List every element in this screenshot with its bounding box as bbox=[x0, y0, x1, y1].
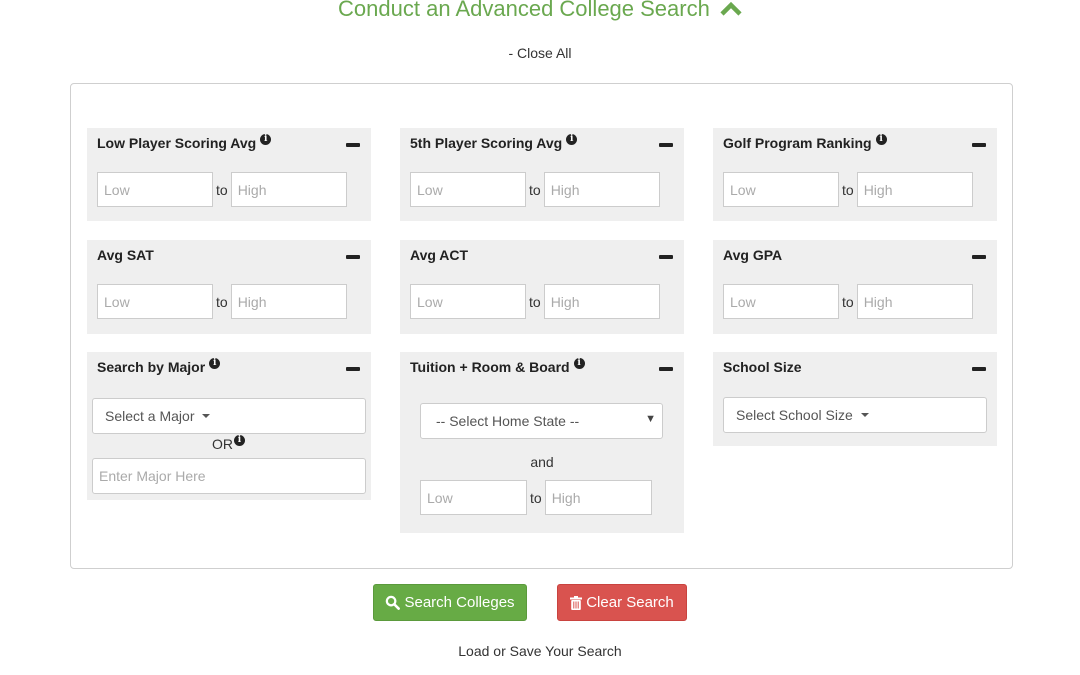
panel-title: Golf Program Ranking bbox=[723, 135, 872, 151]
caret-down-icon bbox=[860, 413, 869, 417]
close-all-link[interactable]: - Close All bbox=[0, 45, 1080, 61]
collapse-minus-icon[interactable] bbox=[659, 143, 673, 147]
range-inputs: to bbox=[97, 284, 347, 319]
school-size-dropdown[interactable]: Select School Size bbox=[723, 397, 987, 433]
panel-title: Search by Major bbox=[97, 359, 206, 375]
collapse-minus-icon[interactable] bbox=[346, 255, 360, 259]
select-major-label: Select a Major bbox=[105, 408, 195, 424]
range-inputs: to bbox=[410, 172, 660, 207]
or-text: OR bbox=[212, 436, 233, 452]
page-title-text: Conduct an Advanced College Search bbox=[338, 0, 710, 21]
panel-header: Golf Program Ranking i bbox=[723, 134, 987, 155]
caret-down-icon bbox=[202, 414, 211, 418]
to-label: to bbox=[216, 181, 228, 198]
range-inputs: to bbox=[97, 172, 347, 207]
low-input[interactable] bbox=[723, 284, 839, 319]
advanced-search-container: Low Player Scoring Avgi to 5th Player Sc… bbox=[70, 83, 1013, 569]
low-input[interactable] bbox=[97, 172, 213, 207]
search-colleges-label: Search Colleges bbox=[404, 594, 515, 611]
range-inputs: to bbox=[420, 480, 652, 515]
panel-header: Avg SAT bbox=[97, 247, 361, 267]
panel-header: 5th Player Scoring Avg i bbox=[410, 134, 674, 155]
load-save-search-link[interactable]: Load or Save Your Search bbox=[0, 643, 1080, 659]
panel-avg-sat: Avg SAT to bbox=[87, 240, 371, 334]
panel-title: Tuition + Room & Board bbox=[410, 359, 570, 375]
low-input[interactable] bbox=[410, 172, 526, 207]
school-size-label: Select School Size bbox=[736, 407, 853, 423]
panel-golf-program-ranking: Golf Program Rankingi to bbox=[713, 128, 997, 221]
panel-title: 5th Player Scoring Avg bbox=[410, 135, 563, 151]
to-label: to bbox=[842, 181, 854, 198]
info-icon[interactable]: i bbox=[566, 134, 578, 145]
panel-title: Low Player Scoring Avg bbox=[97, 135, 257, 151]
enter-major-input[interactable] bbox=[92, 458, 366, 494]
panel-school-size: School Size Select School Size bbox=[713, 352, 997, 446]
info-icon[interactable]: i bbox=[209, 358, 221, 369]
and-label: and bbox=[530, 454, 554, 470]
panel-header: Tuition + Room & Board i bbox=[410, 358, 674, 379]
info-icon[interactable]: i bbox=[573, 358, 585, 369]
chevron-up-icon[interactable] bbox=[720, 0, 742, 25]
to-label: to bbox=[842, 293, 854, 310]
panel-low-player-scoring-avg: Low Player Scoring Avgi to bbox=[87, 128, 371, 221]
panel-header: Low Player Scoring Avg i bbox=[97, 134, 361, 155]
select-major-dropdown[interactable]: Select a Major bbox=[92, 398, 366, 434]
panel-header: Avg ACT bbox=[410, 247, 674, 267]
collapse-minus-icon[interactable] bbox=[346, 367, 360, 371]
panel-title: School Size bbox=[723, 359, 802, 375]
to-label: to bbox=[529, 293, 541, 310]
high-input[interactable] bbox=[230, 284, 347, 319]
low-input[interactable] bbox=[97, 284, 213, 319]
clear-search-button[interactable]: Clear Search bbox=[557, 584, 687, 621]
to-label: to bbox=[530, 489, 542, 506]
panel-tuition-room-board: Tuition + Room & Board i -- Select Home S… bbox=[400, 352, 684, 533]
caret-down-icon: ▼ bbox=[645, 413, 656, 425]
panel-search-by-major: Search by Major i Select a Major OR i bbox=[87, 352, 371, 500]
or-label: OR i bbox=[212, 435, 245, 452]
panel-header: School Size bbox=[723, 359, 987, 379]
to-label: to bbox=[216, 293, 228, 310]
search-icon bbox=[386, 595, 401, 610]
high-input[interactable] bbox=[544, 480, 652, 515]
range-inputs: to bbox=[410, 284, 660, 319]
panel-5th-player-scoring-avg: 5th Player Scoring Avgi to bbox=[400, 128, 684, 221]
home-state-label: -- Select Home State -- bbox=[436, 413, 580, 429]
collapse-minus-icon[interactable] bbox=[659, 255, 673, 259]
low-input[interactable] bbox=[410, 284, 526, 319]
collapse-minus-icon[interactable] bbox=[346, 143, 360, 147]
collapse-minus-icon[interactable] bbox=[659, 367, 673, 371]
panel-avg-gpa: Avg GPA to bbox=[713, 240, 997, 334]
panel-title: Avg ACT bbox=[410, 247, 469, 263]
panel-avg-act: Avg ACT to bbox=[400, 240, 684, 334]
high-input[interactable] bbox=[543, 172, 660, 207]
page-title: Conduct an Advanced College Search bbox=[0, 0, 1080, 25]
panel-header: Search by Major i bbox=[97, 358, 361, 379]
panel-title: Avg GPA bbox=[723, 247, 783, 263]
high-input[interactable] bbox=[230, 172, 347, 207]
low-input[interactable] bbox=[723, 172, 839, 207]
trash-icon bbox=[570, 595, 583, 610]
collapse-minus-icon[interactable] bbox=[972, 367, 986, 371]
range-inputs: to bbox=[723, 284, 973, 319]
home-state-select[interactable]: -- Select Home State -- ▼ bbox=[420, 403, 663, 439]
panel-title: Avg SAT bbox=[97, 247, 154, 263]
high-input[interactable] bbox=[856, 172, 973, 207]
low-input[interactable] bbox=[420, 480, 527, 515]
collapse-minus-icon[interactable] bbox=[972, 255, 986, 259]
high-input[interactable] bbox=[543, 284, 660, 319]
clear-search-label: Clear Search bbox=[586, 594, 674, 611]
high-input[interactable] bbox=[856, 284, 973, 319]
info-icon[interactable]: i bbox=[260, 134, 272, 145]
collapse-minus-icon[interactable] bbox=[972, 143, 986, 147]
search-colleges-button[interactable]: Search Colleges bbox=[373, 584, 527, 621]
info-icon[interactable]: i bbox=[234, 435, 245, 446]
info-icon[interactable]: i bbox=[875, 134, 887, 145]
panel-header: Avg GPA bbox=[723, 247, 987, 267]
range-inputs: to bbox=[723, 172, 973, 207]
to-label: to bbox=[529, 181, 541, 198]
